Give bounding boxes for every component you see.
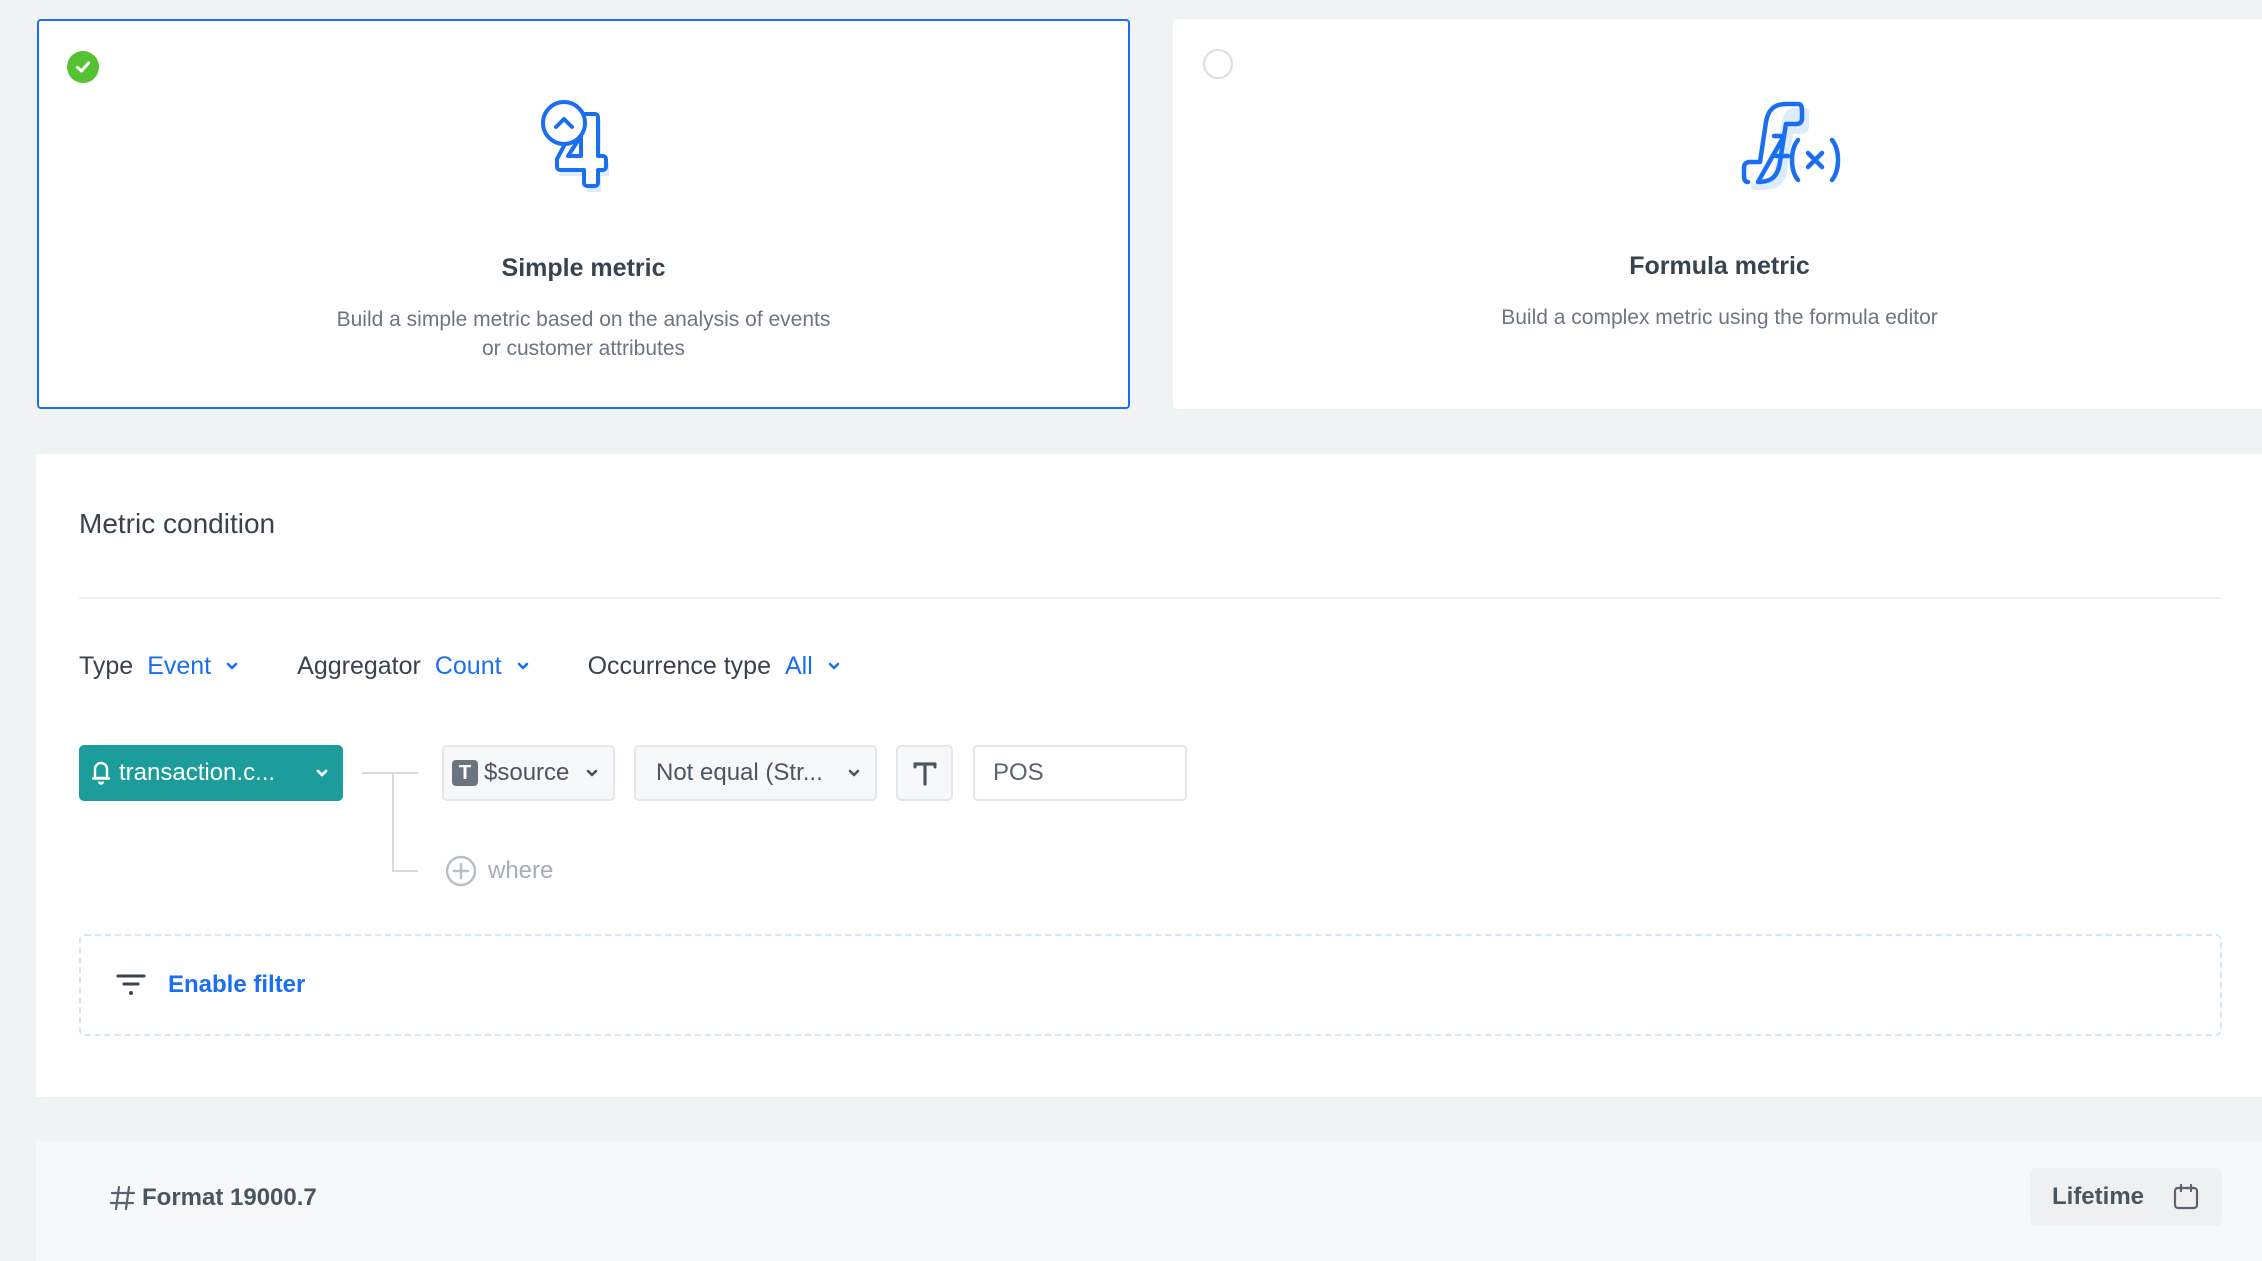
connector-line (392, 772, 394, 872)
metric-condition-panel: Metric condition Type Event Aggregator C… (36, 454, 2262, 1097)
chevron-down-icon (586, 769, 598, 777)
format-label: Format 19000.7 (142, 1184, 317, 1211)
type-value[interactable]: Event (147, 652, 239, 681)
where-label: where (488, 857, 554, 884)
formula-metric-card[interactable]: Formula metric Build a complex metric us… (1173, 19, 2262, 409)
simple-metric-card[interactable]: Simple metric Build a simple metric base… (37, 19, 1130, 409)
event-selector[interactable]: transaction.c... (79, 745, 343, 801)
type-value-text: Event (147, 651, 212, 680)
connector-line (392, 870, 418, 872)
text-type-icon (912, 762, 937, 786)
unselected-radio-icon[interactable] (1203, 49, 1233, 79)
occurrence-type-label: Occurrence type (587, 651, 771, 680)
calendar-icon (2173, 1183, 2199, 1210)
type-dropdown[interactable]: Type Event (79, 652, 239, 681)
value-input[interactable] (973, 745, 1187, 801)
period-button[interactable]: Lifetime (2030, 1168, 2222, 1226)
event-name: transaction.c... (119, 759, 276, 786)
divider (79, 597, 2222, 599)
chevron-down-icon (828, 662, 840, 670)
bell-icon (91, 761, 111, 785)
hash-icon (110, 1185, 136, 1211)
text-type-icon: T (452, 760, 478, 786)
type-label: Type (79, 651, 134, 680)
parameter-select[interactable]: T $source (442, 745, 615, 801)
condition-options-row: Type Event Aggregator Count Occurrence t… (79, 650, 899, 682)
filter-icon (116, 974, 146, 995)
simple-metric-description: Build a simple metric based on the analy… (336, 308, 831, 360)
value-type-toggle[interactable] (896, 745, 953, 801)
parameter-name: $source (484, 759, 570, 786)
period-label: Lifetime (2051, 1183, 2144, 1210)
function-fx-icon (1720, 84, 1841, 204)
aggregator-dropdown[interactable]: Aggregator Count (297, 652, 529, 681)
chevron-down-icon (226, 662, 238, 670)
simple-metric-title: Simple metric (501, 254, 666, 282)
section-title: Metric condition (79, 508, 276, 539)
aggregator-label: Aggregator (297, 651, 421, 680)
occurrence-type-dropdown[interactable]: Occurrence type All (588, 652, 841, 681)
aggregator-value[interactable]: Count (435, 652, 530, 681)
chevron-down-icon (848, 769, 860, 777)
metric-footer: Format 19000.7 Lifetime (36, 1141, 2262, 1261)
operator-value: Not equal (Str... (656, 759, 823, 786)
operator-select[interactable]: Not equal (Str... (634, 745, 877, 801)
enable-filter-label: Enable filter (168, 971, 306, 998)
formula-metric-title: Formula metric (1629, 252, 1810, 280)
chevron-down-icon (517, 662, 528, 670)
chevron-down-icon (316, 769, 328, 777)
plus-circle-icon (445, 855, 477, 887)
aggregator-value-text: Count (434, 651, 502, 680)
format-button[interactable]: Format 19000.7 (110, 1184, 317, 1212)
add-where-button[interactable]: where (444, 854, 553, 888)
counter-4-icon (524, 86, 644, 206)
connector-line (362, 772, 418, 774)
enable-filter-button[interactable]: Enable filter (79, 934, 2222, 1036)
occurrence-type-value-text: All (784, 651, 813, 680)
selected-check-icon (67, 51, 99, 83)
occurrence-type-value[interactable]: All (785, 652, 841, 681)
formula-metric-description: Build a complex metric using the formula… (1501, 306, 1938, 329)
